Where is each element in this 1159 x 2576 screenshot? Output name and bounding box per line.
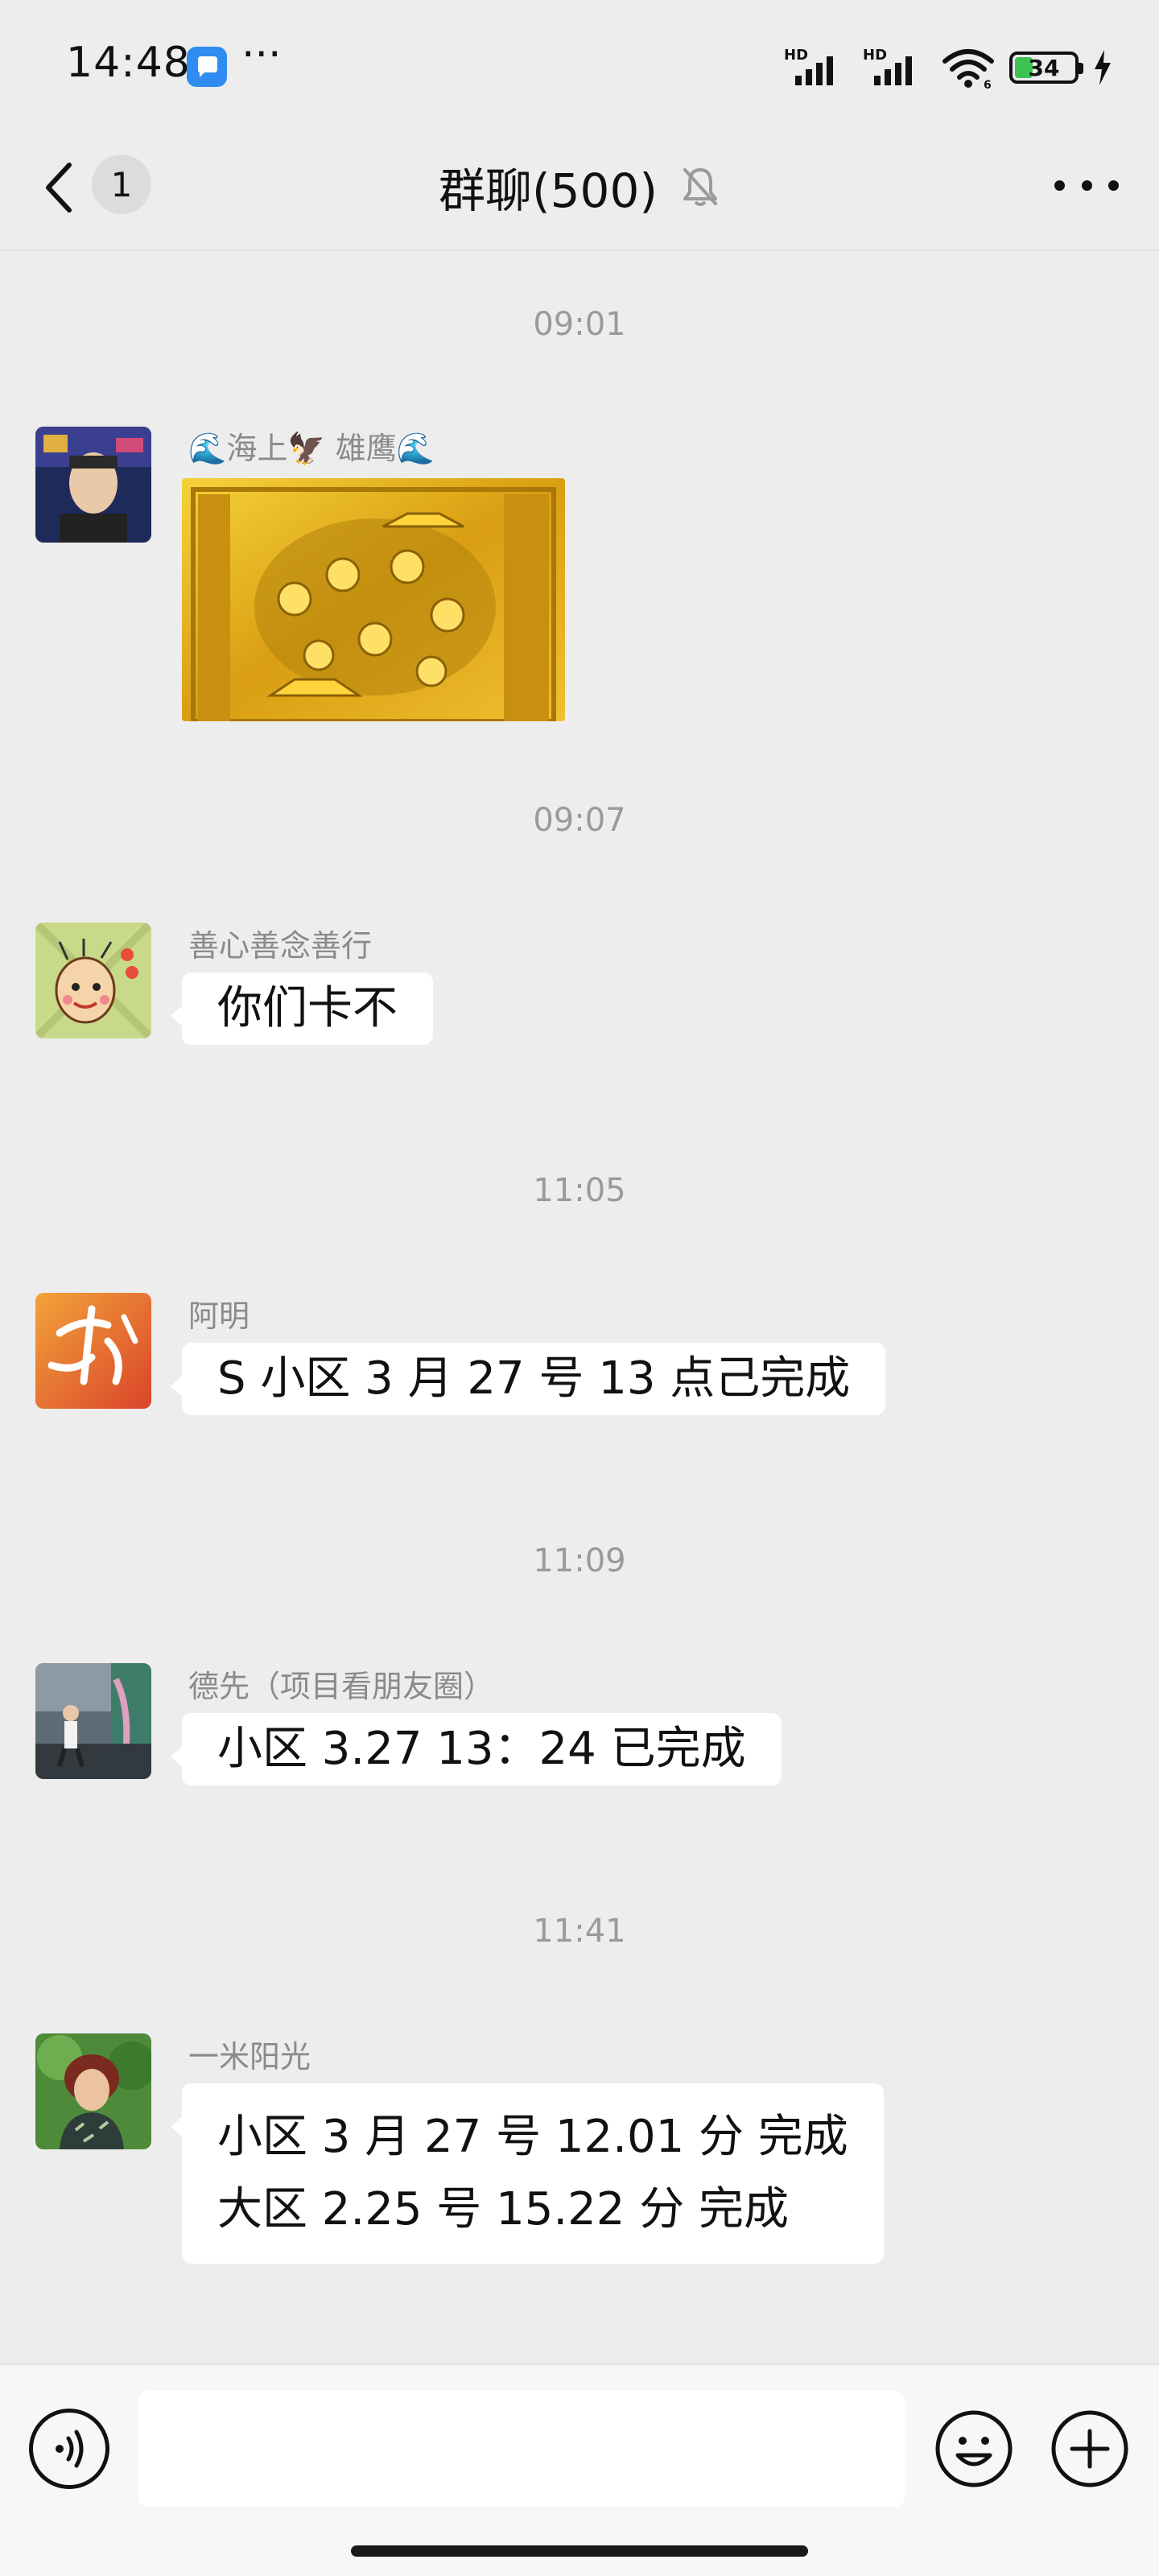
voice-button[interactable] — [29, 2409, 109, 2489]
system-indicators: HD HD 6 34 — [784, 42, 1112, 93]
sender-name: 善心善念善行 — [188, 928, 373, 964]
message-timestamp: 11:09 — [533, 1542, 626, 1579]
svg-text:6: 6 — [984, 79, 992, 89]
avatar[interactable] — [35, 923, 151, 1038]
status-time: 14:48 — [66, 39, 191, 87]
message-bubble[interactable]: 小区 3.27 13：24 已完成 — [171, 1713, 782, 1785]
wifi-icon: 6 — [942, 49, 994, 89]
message-timestamp: 11:05 — [533, 1172, 626, 1209]
message-bubble[interactable]: 你们卡不 — [171, 972, 433, 1045]
avatar[interactable] — [35, 1663, 151, 1779]
nav-bar: 1 群聊(500) — [0, 129, 1159, 251]
status-bar: 14:48 ··· HD HD 6 34 — [0, 0, 1159, 129]
avatar[interactable] — [35, 427, 151, 543]
plus-icon — [1051, 2410, 1128, 2487]
page-title: 群聊(500) — [439, 163, 658, 218]
message-input[interactable] — [138, 2391, 905, 2507]
signal-icon: HD — [784, 47, 848, 89]
voice-icon — [56, 2429, 84, 2468]
avatar[interactable] — [35, 2033, 151, 2149]
more-options-button[interactable] — [1054, 161, 1119, 209]
message-bubble[interactable]: 小区 3 月 27 号 12.01 分 完成 大区 2.25 号 15.22 分… — [171, 2083, 884, 2264]
message-timestamp: 11:41 — [533, 1913, 626, 1950]
message-text: 小区 3 月 27 号 12.01 分 完成 — [217, 2111, 848, 2163]
message-text: 你们卡不 — [217, 982, 398, 1034]
home-indicator[interactable] — [351, 2545, 808, 2557]
input-bar — [0, 2363, 1159, 2576]
message-text: 小区 3.27 13：24 已完成 — [217, 1723, 746, 1775]
more-notifications-icon: ··· — [241, 31, 282, 79]
message-text: 大区 2.25 号 15.22 分 完成 — [217, 2183, 790, 2235]
chat-messages[interactable]: 09:01 🌊海上🦅 雄鹰🌊 09:07 善心善念善行 你们卡不 11:05 阿… — [0, 251, 1159, 2363]
message-image[interactable] — [182, 478, 565, 721]
sender-name: 德先（项目看朋友圈） — [188, 1669, 495, 1704]
message-timestamp: 09:01 — [533, 306, 626, 343]
charging-icon — [1095, 50, 1111, 85]
sender-name: 🌊海上🦅 雄鹰🌊 — [188, 431, 435, 466]
emoji-icon — [935, 2410, 1013, 2487]
emoji-button[interactable] — [934, 2409, 1014, 2489]
message-text: S 小区 3 月 27 号 13 点己完成 — [217, 1352, 851, 1405]
sender-name: 一米阳光 — [188, 2039, 311, 2074]
signal-icon: HD — [863, 47, 927, 89]
message-timestamp: 09:07 — [533, 802, 626, 839]
battery-icon: 34 — [1009, 52, 1083, 84]
bubble-app-icon — [187, 47, 227, 87]
nav-title-group: 群聊(500) — [0, 147, 1159, 227]
sender-name: 阿明 — [188, 1298, 250, 1334]
more-functions-button[interactable] — [1050, 2409, 1130, 2489]
message-bubble[interactable]: S 小区 3 月 27 号 13 点己完成 — [170, 1343, 886, 1415]
avatar[interactable] — [35, 1293, 151, 1409]
battery-level: 34 — [1028, 54, 1060, 81]
bell-off-icon — [683, 168, 717, 206]
